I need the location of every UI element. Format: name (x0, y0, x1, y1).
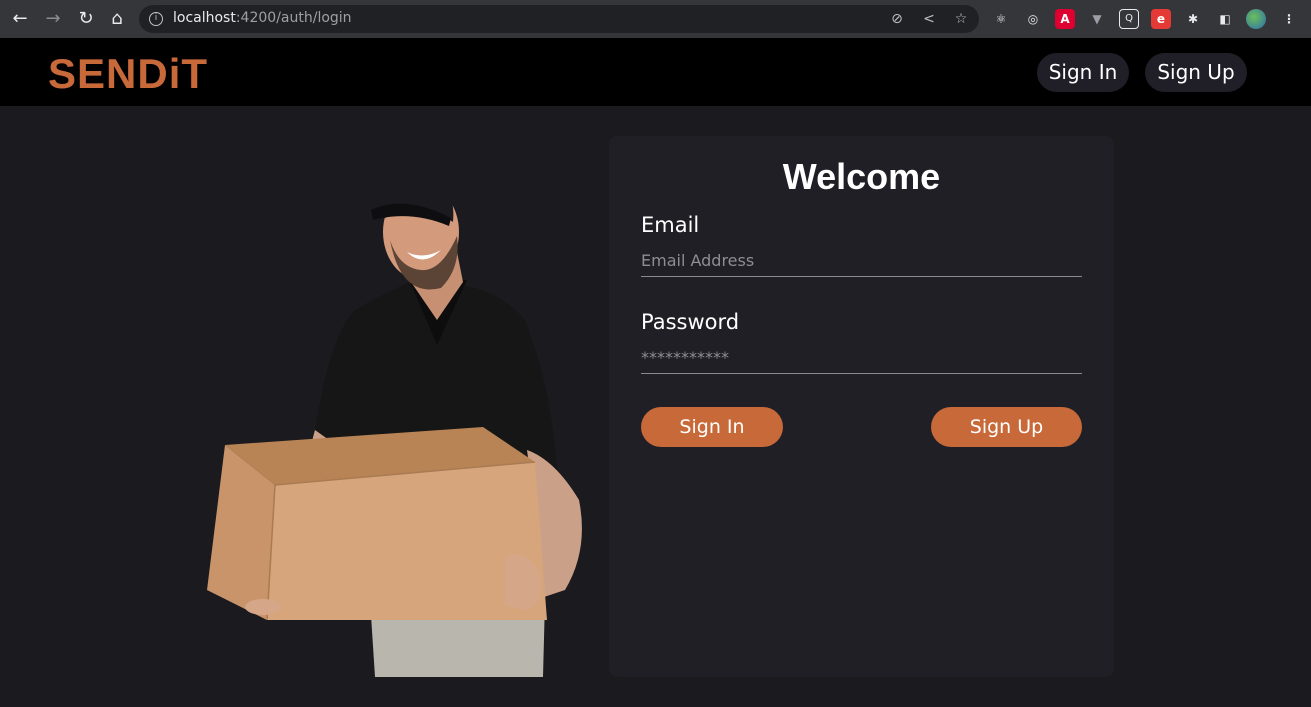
extension-search-icon[interactable]: Q (1119, 9, 1139, 29)
angular-icon[interactable]: A (1055, 9, 1075, 29)
password-label: Password (641, 310, 740, 334)
email-label: Email (641, 213, 700, 237)
logo[interactable]: SENDiT (48, 50, 208, 98)
delivery-man-image (207, 175, 582, 677)
extension-e-icon[interactable]: e (1151, 9, 1171, 29)
signin-button[interactable]: Sign In (641, 407, 783, 447)
url-text[interactable]: localhost:4200/auth/login (173, 10, 352, 26)
header-signin-button[interactable]: Sign In (1037, 53, 1129, 92)
address-bar[interactable]: i localhost:4200/auth/login ⊘ < ☆ (139, 5, 979, 33)
eye-off-icon[interactable]: ⊘ (887, 9, 907, 29)
site-info-icon[interactable]: i (149, 12, 163, 26)
back-icon[interactable]: ← (10, 9, 30, 29)
menu-icon[interactable]: ⋮ (1279, 9, 1299, 29)
password-input[interactable] (641, 342, 1082, 374)
header-signup-button[interactable]: Sign Up (1145, 53, 1247, 92)
vue-icon[interactable]: ▼ (1087, 9, 1107, 29)
reload-icon[interactable]: ↻ (76, 9, 96, 29)
puzzle-icon[interactable]: ✱ (1183, 9, 1203, 29)
forward-icon[interactable]: → (43, 9, 63, 29)
react-devtools-icon[interactable]: ⚛ (991, 9, 1011, 29)
home-icon[interactable]: ⌂ (107, 9, 127, 29)
app-header: SENDiT Sign In Sign Up (0, 38, 1311, 106)
login-card: Welcome Email Password Sign In Sign Up (609, 136, 1114, 677)
email-input[interactable] (641, 245, 1082, 277)
bookmark-star-icon[interactable]: ☆ (951, 9, 971, 29)
browser-toolbar: ← → ↻ ⌂ i localhost:4200/auth/login ⊘ < … (0, 0, 1311, 38)
welcome-title: Welcome (782, 156, 941, 197)
sidepanel-icon[interactable]: ◧ (1215, 9, 1235, 29)
extension-circle-icon[interactable]: ◎ (1023, 9, 1043, 29)
profile-avatar-icon[interactable] (1246, 9, 1266, 29)
share-icon[interactable]: < (919, 9, 939, 29)
signup-button[interactable]: Sign Up (931, 407, 1082, 447)
